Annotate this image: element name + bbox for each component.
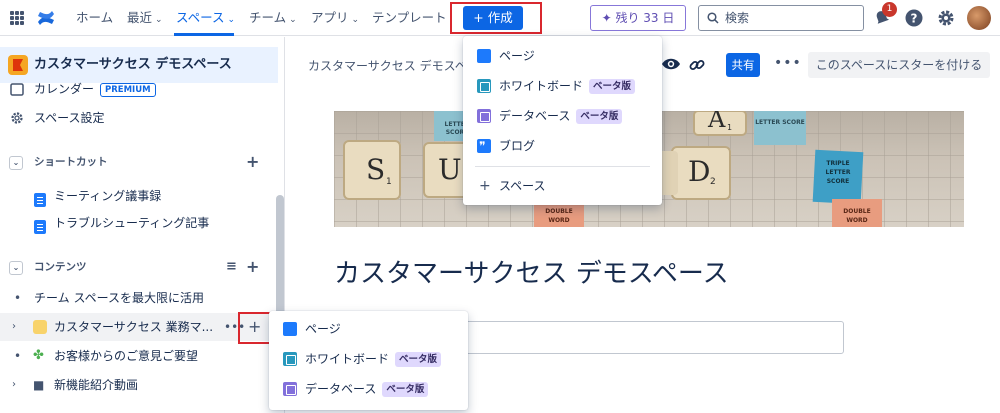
page-icon <box>34 220 46 234</box>
database-icon <box>477 109 491 123</box>
nav-recent[interactable]: 最近 ⌄ <box>127 0 163 36</box>
chevron-right-icon[interactable]: › <box>12 313 16 341</box>
person-emoji-icon <box>33 320 47 334</box>
tile-letter: D <box>688 155 711 188</box>
add-content-plus-icon[interactable]: + <box>246 253 259 281</box>
nav-home[interactable]: ホーム <box>76 0 113 36</box>
chevron-down-icon[interactable]: ⌄ <box>9 261 23 275</box>
settings-gear-icon[interactable] <box>936 8 956 28</box>
content-section-header[interactable]: ⌄ コンテンツ ≡ + <box>0 253 278 281</box>
search-icon <box>707 12 719 24</box>
create-menu-item-space[interactable]: + スペース <box>463 171 662 201</box>
shortcut-item[interactable]: トラブルシューティング記事 <box>0 209 278 237</box>
more-options-icon[interactable]: ••• <box>774 55 802 71</box>
tile-score: 1 <box>727 123 733 132</box>
add-menu-item-whiteboard[interactable]: ホワイトボード ベータ版 <box>269 344 468 374</box>
tile-letter: A <box>708 111 726 133</box>
cover-label: DOUBLE WORD <box>843 208 871 224</box>
content-item-expandable[interactable]: › カスタマーサクセス 業務マ... ••• + <box>0 313 278 341</box>
shortcut-item[interactable]: ミーティング議事録 <box>0 182 278 210</box>
active-tab-indicator <box>174 33 234 36</box>
video-camera-icon: ■ <box>33 378 45 392</box>
content-item-expandable[interactable]: › ■ 新機能紹介動画 <box>0 371 278 399</box>
tile-letter: U <box>438 153 462 186</box>
tile-score: 2 <box>710 177 716 187</box>
help-icon[interactable]: ? <box>904 8 924 28</box>
tile-score: 1 <box>386 177 392 187</box>
star-space-button[interactable]: このスペースにスターを付ける <box>808 52 990 78</box>
content-item[interactable]: • ✤ お客様からのご意見ご要望 <box>0 342 278 370</box>
notification-count-badge: 1 <box>882 2 897 17</box>
breadcrumb[interactable]: カスタマーサクセス デモスペ <box>308 57 467 74</box>
link-icon[interactable] <box>688 56 706 74</box>
chevron-down-icon: ⌄ <box>155 15 163 25</box>
chevron-down-icon[interactable]: ⌄ <box>9 156 23 170</box>
confluence-logo-icon[interactable] <box>36 8 56 28</box>
sidebar: カスタマーサクセス デモスペース カレンダー PREMIUM スペース設定 ⌄ シ… <box>0 37 285 413</box>
nav-apps[interactable]: アプリ ⌄ <box>311 0 359 36</box>
add-menu-item-page[interactable]: ページ <box>269 314 468 344</box>
search-input[interactable]: 検索 <box>698 5 864 31</box>
chevron-down-icon: ⌄ <box>289 15 297 25</box>
nav-templates[interactable]: テンプレート <box>372 0 447 36</box>
beta-badge: ベータ版 <box>576 109 623 124</box>
app-switcher-icon[interactable] <box>10 11 24 25</box>
add-shortcut-plus-icon[interactable]: + <box>246 148 259 176</box>
whiteboard-icon <box>283 352 297 366</box>
clover-icon: ✤ <box>33 348 44 363</box>
user-avatar[interactable] <box>967 6 991 30</box>
beta-badge: ベータ版 <box>382 382 429 397</box>
blog-quote-icon <box>477 131 491 161</box>
premium-badge: PREMIUM <box>100 82 156 97</box>
chevron-down-icon: ⌄ <box>351 15 360 25</box>
cover-label: TRIPLE LETTER SCORE <box>825 160 851 185</box>
menu-divider <box>475 166 650 167</box>
share-button[interactable]: 共有 <box>726 53 760 77</box>
gear-icon <box>11 112 23 124</box>
content-item[interactable]: • チーム スペースを最大限に活用 <box>0 284 278 312</box>
page-title: カスタマーサクセス デモスペース <box>334 259 729 289</box>
plus-icon: + <box>479 178 491 194</box>
create-dropdown-menu: ページ ホワイトボードベータ版 データベースベータ版 ブログ + スペース <box>463 36 662 205</box>
bullet-icon: • <box>14 291 22 305</box>
cover-label: DOUBLE WORD <box>545 208 573 224</box>
page-body-input[interactable] <box>460 321 844 354</box>
add-child-dropdown-menu: ページ ホワイトボード ベータ版 データベース ベータ版 <box>269 311 468 410</box>
create-button[interactable]: + 作成 <box>463 6 523 30</box>
bullet-icon: • <box>14 349 22 363</box>
create-menu-item-database[interactable]: データベース ベータ版 <box>463 101 662 131</box>
beta-badge: ベータ版 <box>395 352 442 367</box>
beta-badge: ベータ版 <box>589 79 636 94</box>
page-icon <box>283 322 297 336</box>
add-menu-item-database[interactable]: データベース ベータ版 <box>269 374 468 404</box>
create-menu-item-page[interactable]: ページ <box>463 41 662 71</box>
create-menu-item-blog[interactable]: ブログ <box>463 131 662 161</box>
shortcuts-section-header[interactable]: ⌄ ショートカット + <box>0 148 278 176</box>
sidebar-item-calendar[interactable]: カレンダー PREMIUM <box>0 75 278 103</box>
calendar-icon <box>10 83 24 96</box>
watch-eye-icon[interactable] <box>661 56 681 72</box>
tile-letter: S <box>366 153 386 186</box>
filter-icon[interactable]: ≡ <box>226 253 237 281</box>
page-icon <box>34 193 46 207</box>
database-icon <box>283 382 297 396</box>
svg-text:?: ? <box>911 12 918 26</box>
whiteboard-icon <box>477 79 491 93</box>
highlight-box <box>238 312 272 344</box>
nav-teams[interactable]: チーム ⌄ <box>249 0 297 36</box>
trial-remaining-button[interactable]: ✦ 残り 33 日 <box>590 5 686 31</box>
top-navigation: ホーム 最近 ⌄ スペース ⌄ チーム ⌄ アプリ ⌄ テンプレート + 作成 ✦ 残り… <box>0 0 1000 36</box>
cover-label: LETTER SCORE <box>755 119 805 126</box>
sidebar-item-space-settings[interactable]: スペース設定 <box>0 104 278 132</box>
space-logo-icon <box>8 55 28 75</box>
chevron-right-icon[interactable]: › <box>12 371 16 399</box>
page-icon <box>477 49 491 63</box>
nav-spaces[interactable]: スペース ⌄ <box>176 0 235 36</box>
chevron-down-icon: ⌄ <box>227 15 236 25</box>
create-menu-item-whiteboard[interactable]: ホワイトボード ベータ版 <box>463 71 662 101</box>
sparkle-icon: ✦ <box>601 11 616 25</box>
